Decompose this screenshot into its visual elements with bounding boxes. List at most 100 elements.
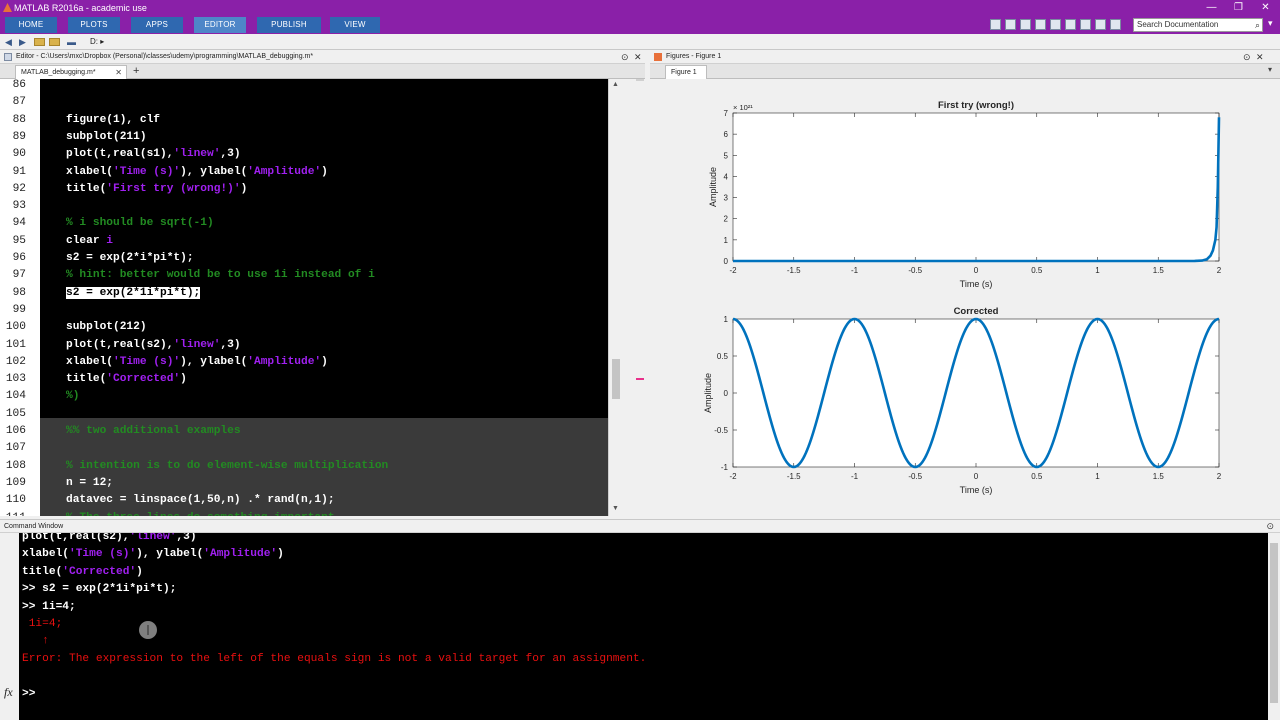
code-line[interactable]: 86	[0, 79, 622, 94]
code-line[interactable]: 108 % intention is to do element-wise mul…	[0, 458, 622, 475]
command-line: >>	[22, 686, 42, 703]
error-text: 1i=4;	[22, 618, 63, 630]
warning-marker[interactable]	[636, 378, 644, 380]
line-number: 98	[12, 286, 26, 299]
code-text: % i should be sqrt(-1)	[66, 215, 214, 232]
code-line[interactable]: 105	[0, 406, 622, 423]
code-token: )	[321, 165, 328, 178]
y-tick-label: 0.5	[717, 352, 729, 361]
command-window-scroll-thumb[interactable]	[1270, 543, 1278, 703]
y-tick-label: 3	[724, 194, 729, 203]
code-line[interactable]: 107	[0, 440, 622, 457]
tab-plots[interactable]: PLOTS	[68, 17, 120, 33]
x-tick-label: 1	[1095, 266, 1100, 275]
tab-editor[interactable]: EDITOR	[194, 17, 246, 33]
code-line[interactable]: 99	[0, 302, 622, 319]
code-token: title(	[66, 373, 107, 386]
toolstrip: HOME PLOTS APPS EDITOR PUBLISH VIEW Sear…	[0, 16, 1280, 34]
close-tab-icon[interactable]: ✕	[115, 66, 122, 79]
restore-button[interactable]: ❐	[1225, 0, 1252, 16]
y-tick-label: 6	[724, 130, 729, 139]
code-editor[interactable]: 86 87 88 figure(1), clf 89 subplot(211) 90 plot…	[0, 79, 622, 516]
code-text: subplot(211)	[66, 129, 147, 146]
figure-tabs-menu-icon[interactable]: ▾	[1268, 65, 1272, 74]
code-line[interactable]: 101 plot(t,real(s2),'linew',3)	[0, 337, 622, 354]
code-line[interactable]: 91 xlabel('Time (s)'), ylabel('Amplitude'…	[0, 164, 622, 181]
cut-icon[interactable]	[1020, 19, 1031, 30]
code-line[interactable]: 88 figure(1), clf	[0, 112, 622, 129]
code-line[interactable]: 100 subplot(212)	[0, 319, 622, 336]
copy-icon[interactable]	[1035, 19, 1046, 30]
command-window-scrollbar[interactable]	[1268, 533, 1280, 720]
line-number: 106	[5, 425, 26, 437]
current-folder-path[interactable]: D: ▸	[90, 37, 104, 46]
close-window-button[interactable]: ✕	[1252, 0, 1279, 16]
code-line[interactable]: 103 title('Corrected')	[0, 371, 622, 388]
command-window-actions-icon[interactable]: ⊙	[1266, 520, 1274, 533]
editor-scrollbar[interactable]: ▲ ▼	[608, 79, 622, 516]
line-number: 93	[12, 200, 26, 213]
code-line[interactable]: 93	[0, 198, 622, 215]
editor-close-icon[interactable]: ✕	[634, 50, 642, 64]
redo-icon[interactable]	[1080, 19, 1091, 30]
editor-file-tab[interactable]: MATLAB_debugging.m* ✕	[15, 65, 127, 79]
line-number: 109	[5, 476, 26, 489]
x-tick-label: -2	[729, 266, 737, 275]
back-icon[interactable]: ◀	[5, 37, 12, 48]
line-number: 104	[5, 390, 26, 403]
tab-apps[interactable]: APPS	[131, 17, 183, 33]
message-bar[interactable]	[636, 79, 644, 516]
tab-view[interactable]: VIEW	[330, 17, 380, 33]
help-icon[interactable]	[1110, 19, 1121, 30]
code-line[interactable]: 98 s2 = exp(2*1i*pi*t);	[0, 285, 622, 302]
code-string: 'linew'	[173, 148, 221, 161]
browse-folder-icon[interactable]	[49, 38, 60, 46]
code-line[interactable]: 90 plot(t,real(s1),'linew',3)	[0, 146, 622, 163]
code-line[interactable]: 89 subplot(211)	[0, 129, 622, 146]
search-documentation-input[interactable]: Search Documentation ⌕	[1133, 18, 1263, 32]
new-tab-button[interactable]: +	[133, 64, 139, 78]
forward-icon[interactable]: ▶	[19, 37, 26, 48]
code-line[interactable]: 109 n = 12;	[0, 475, 622, 492]
code-line[interactable]: 110 datavec = linspace(1,50,n) .* rand(n,…	[0, 492, 622, 509]
figure-close-icon[interactable]: ✕	[1256, 50, 1264, 64]
code-line[interactable]: 92 title('First try (wrong!)')	[0, 181, 622, 198]
code-line[interactable]: 102 xlabel('Time (s)'), ylabel('Amplitude…	[0, 354, 622, 371]
command-window[interactable]: fx plot(t,real(s2),'linew',3) xlabel('Tim…	[0, 533, 1280, 720]
code-line[interactable]: 87	[0, 94, 622, 111]
scroll-up-icon[interactable]: ▲	[612, 81, 619, 88]
plot-title: First try (wrong!)	[938, 100, 1014, 111]
collapse-toolstrip-icon[interactable]: ▾	[1268, 18, 1273, 29]
minimize-button[interactable]: —	[1198, 0, 1225, 16]
y-axis-label: Amplitude	[703, 373, 713, 413]
figure-1-tab[interactable]: Figure 1	[665, 65, 707, 79]
matlab-logo-icon	[3, 3, 12, 12]
code-line[interactable]: 111 % The three lines do something import…	[0, 510, 622, 517]
x-tick-label: 0	[974, 266, 979, 275]
code-token: ), ylabel(	[180, 355, 248, 368]
layout-icon[interactable]	[990, 19, 1001, 30]
up-folder-icon[interactable]	[34, 38, 45, 46]
switch-windows-icon[interactable]	[1095, 19, 1106, 30]
scroll-down-icon[interactable]: ▼	[612, 505, 619, 512]
editor-scroll-thumb[interactable]	[612, 359, 620, 399]
code-string: 'First try (wrong!)'	[106, 182, 241, 195]
tab-publish[interactable]: PUBLISH	[257, 17, 321, 33]
code-line[interactable]: 94 % i should be sqrt(-1)	[0, 215, 622, 232]
paste-icon[interactable]	[1050, 19, 1061, 30]
code-line[interactable]: 96 s2 = exp(2*i*pi*t);	[0, 250, 622, 267]
editor-actions-icon[interactable]: ⊙	[621, 50, 629, 64]
command-line: Error: The expression to the left of the…	[22, 651, 646, 668]
code-line[interactable]: 95 clear i	[0, 233, 622, 250]
code-line[interactable]: 104%)	[0, 388, 622, 405]
tab-home[interactable]: HOME	[5, 17, 57, 33]
line-number: 99	[12, 303, 26, 316]
command-text: xlabel(	[22, 548, 69, 561]
save-icon[interactable]	[1005, 19, 1016, 30]
undo-icon[interactable]	[1065, 19, 1076, 30]
search-icon[interactable]: ⌕	[1255, 19, 1260, 31]
code-line[interactable]: 106 %% two additional examples	[0, 423, 622, 440]
function-browser-icon[interactable]: fx	[4, 685, 13, 700]
code-line[interactable]: 97 % hint: better would be to use 1i inst…	[0, 267, 622, 284]
figure-actions-icon[interactable]: ⊙	[1243, 50, 1251, 64]
